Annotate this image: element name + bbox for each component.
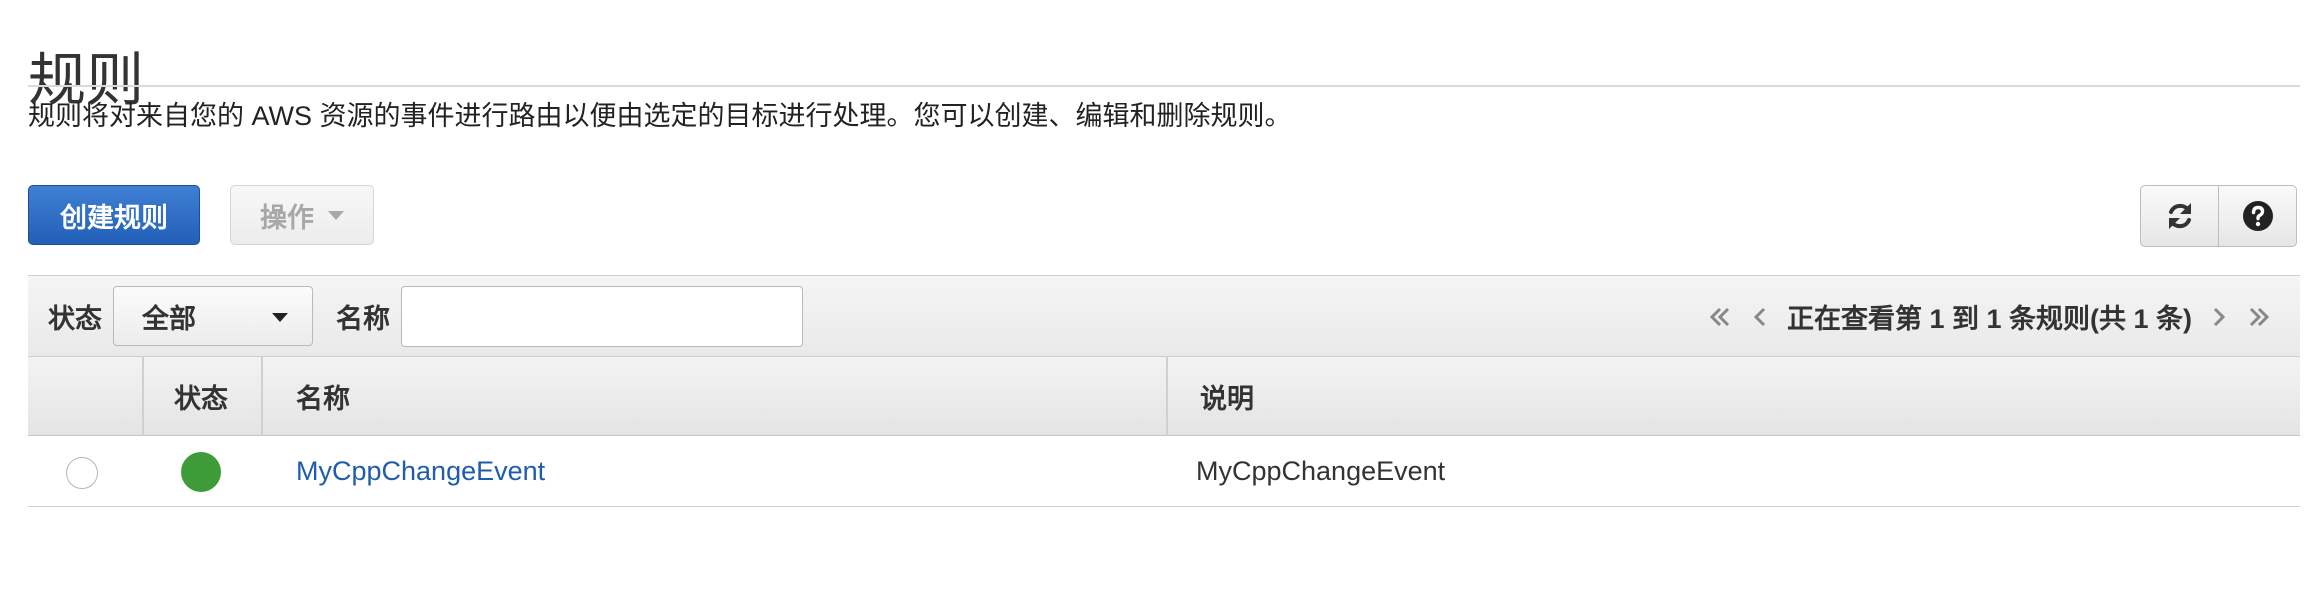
table-header: 状态 名称 说明 [28,356,2300,436]
status-column-header[interactable]: 状态 [174,357,228,436]
table-row: MyCppChangeEvent MyCppChangeEvent [28,436,2300,507]
status-filter-label: 状态 [48,304,102,334]
name-column-header[interactable]: 名称 [296,357,350,436]
refresh-button[interactable] [2141,186,2218,246]
name-filter-label: 名称 [336,304,390,334]
status-filter-value: 全部 [142,303,196,334]
prev-page-button[interactable] [1751,304,1769,330]
help-icon [2242,201,2273,231]
utility-button-group [2140,185,2297,247]
pagination-status: 正在查看第 1 到 1 条规则(共 1 条) [1786,304,2192,334]
double-chevron-left-icon [1709,307,1730,326]
column-divider [142,357,144,436]
actions-label: 操作 [260,202,314,233]
pagination: 正在查看第 1 到 1 条规则(共 1 条) [1707,276,2272,357]
first-page-button[interactable] [1707,304,1733,330]
filter-bar: 状态 全部 名称 正在查看第 1 到 1 条规则(共 1 条) [28,275,2300,356]
double-chevron-right-icon [2249,307,2270,326]
status-enabled-icon [181,452,221,492]
column-divider [261,357,263,436]
description-column-header[interactable]: 说明 [1200,357,1254,436]
chevron-right-icon [2213,307,2226,326]
refresh-icon [2168,203,2191,229]
chevron-left-icon [1753,307,1766,326]
status-filter-select[interactable]: 全部 [113,286,313,346]
last-page-button[interactable] [2246,304,2272,330]
help-button[interactable] [2218,186,2296,246]
column-divider [1166,357,1168,436]
title-divider [28,85,2300,87]
select-column-header [28,357,142,436]
chevron-down-icon [272,313,288,322]
row-select-radio[interactable] [66,457,98,489]
caret-down-icon [328,210,344,220]
rule-description: MyCppChangeEvent [1196,456,1446,486]
rule-name-link[interactable]: MyCppChangeEvent [296,436,545,507]
actions-dropdown-button[interactable]: 操作 [230,185,374,245]
create-rule-button[interactable]: 创建规则 [28,185,200,245]
page-description: 规则将对来自您的 AWS 资源的事件进行路由以便由选定的目标进行处理。您可以创建… [28,101,1292,131]
next-page-button[interactable] [2210,304,2228,330]
name-filter-input[interactable] [401,286,803,347]
